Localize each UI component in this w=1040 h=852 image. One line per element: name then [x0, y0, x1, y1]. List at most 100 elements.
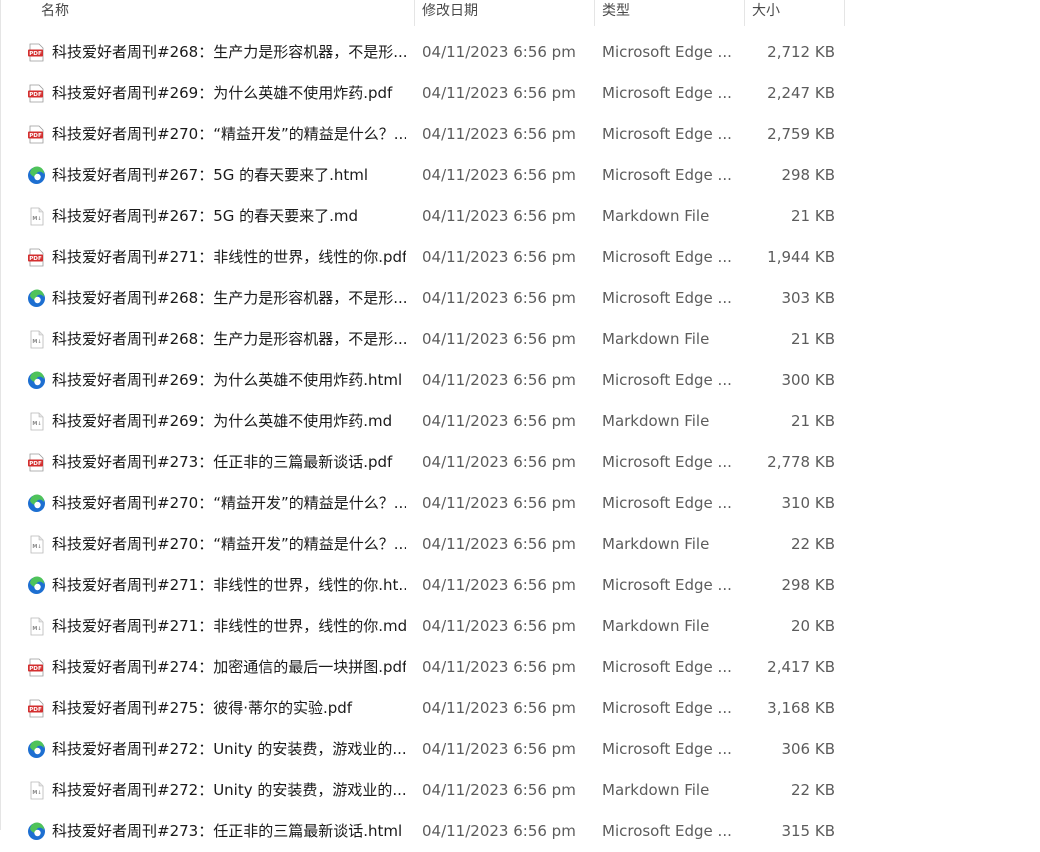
edge-icon [27, 576, 46, 595]
file-row[interactable]: PDF 科技爱好者周刊#274：加密通信的最后一块拼图.pdf 04/11/2023… [0, 647, 860, 688]
column-divider[interactable] [744, 0, 745, 26]
file-row[interactable]: M↓ 科技爱好者周刊#271：非线性的世界，线性的你.md 04/11/2023 6… [0, 606, 860, 647]
file-size: 300 KB [781, 371, 835, 389]
file-date: 04/11/2023 6:56 pm [422, 330, 576, 348]
file-row[interactable]: 科技爱好者周刊#272：Unity 的安装费，游戏业的... 04/11/2023… [0, 729, 860, 770]
pdf-icon: PDF [27, 658, 46, 677]
svg-text:PDF: PDF [29, 92, 42, 98]
file-size: 20 KB [791, 617, 835, 635]
column-header-name[interactable]: 名称 [41, 0, 69, 26]
file-size: 2,417 KB [767, 658, 835, 676]
pdf-icon: PDF [27, 43, 46, 62]
file-date: 04/11/2023 6:56 pm [422, 453, 576, 471]
column-header-type[interactable]: 类型 [602, 0, 630, 26]
file-date: 04/11/2023 6:56 pm [422, 781, 576, 799]
file-date: 04/11/2023 6:56 pm [422, 822, 576, 840]
column-divider[interactable] [594, 0, 595, 26]
file-name: 科技爱好者周刊#273：任正非的三篇最新谈话.html [52, 822, 403, 840]
svg-text:M↓: M↓ [32, 790, 41, 796]
file-row[interactable]: PDF 科技爱好者周刊#271：非线性的世界，线性的你.pdf 04/11/2023… [0, 237, 860, 278]
file-type: Microsoft Edge ... [602, 576, 732, 594]
file-type: Microsoft Edge ... [602, 43, 732, 61]
file-name: 科技爱好者周刊#268：生产力是形容机器，不是形... [52, 330, 406, 348]
file-size: 22 KB [791, 535, 835, 553]
file-row[interactable]: M↓ 科技爱好者周刊#267：5G 的春天要来了.md 04/11/2023 6:5… [0, 196, 860, 237]
file-size: 303 KB [781, 289, 835, 307]
file-date: 04/11/2023 6:56 pm [422, 494, 576, 512]
svg-text:PDF: PDF [29, 51, 42, 57]
svg-text:PDF: PDF [29, 707, 42, 713]
file-row[interactable]: 科技爱好者周刊#269：为什么英雄不使用炸药.html 04/11/2023 6:… [0, 360, 860, 401]
column-divider[interactable] [414, 0, 415, 26]
svg-text:PDF: PDF [29, 256, 42, 262]
file-size: 2,759 KB [767, 125, 835, 143]
pdf-icon: PDF [27, 453, 46, 472]
file-name: 科技爱好者周刊#272：Unity 的安装费，游戏业的... [52, 781, 406, 799]
file-size: 310 KB [781, 494, 835, 512]
file-row[interactable]: M↓ 科技爱好者周刊#269：为什么英雄不使用炸药.md 04/11/2023 6:… [0, 401, 860, 442]
column-divider[interactable] [844, 0, 845, 26]
file-name: 科技爱好者周刊#269：为什么英雄不使用炸药.md [52, 412, 393, 430]
svg-text:PDF: PDF [29, 133, 42, 139]
markdown-icon: M↓ [27, 535, 46, 554]
edge-icon [27, 289, 46, 308]
file-type: Microsoft Edge ... [602, 371, 732, 389]
file-row[interactable]: 科技爱好者周刊#268：生产力是形容机器，不是形... 04/11/2023 6:… [0, 278, 860, 319]
file-type: Microsoft Edge ... [602, 822, 732, 840]
edge-icon [27, 494, 46, 513]
file-row[interactable]: PDF 科技爱好者周刊#269：为什么英雄不使用炸药.pdf 04/11/2023 … [0, 73, 860, 114]
file-date: 04/11/2023 6:56 pm [422, 740, 576, 758]
markdown-icon: M↓ [27, 617, 46, 636]
file-date: 04/11/2023 6:56 pm [422, 248, 576, 266]
file-date: 04/11/2023 6:56 pm [422, 617, 576, 635]
file-type: Markdown File [602, 412, 710, 430]
file-date: 04/11/2023 6:56 pm [422, 371, 576, 389]
file-date: 04/11/2023 6:56 pm [422, 125, 576, 143]
file-row[interactable]: 科技爱好者周刊#267：5G 的春天要来了.html 04/11/2023 6:5… [0, 155, 860, 196]
file-name: 科技爱好者周刊#268：生产力是形容机器，不是形... [52, 289, 406, 307]
file-size: 1,944 KB [767, 248, 835, 266]
file-type: Microsoft Edge ... [602, 248, 732, 266]
svg-text:PDF: PDF [29, 666, 42, 672]
file-type: Markdown File [602, 535, 710, 553]
file-type: Markdown File [602, 617, 710, 635]
file-row[interactable]: PDF 科技爱好者周刊#270：“精益开发”的精益是什么？.... 04/11/20… [0, 114, 860, 155]
file-name: 科技爱好者周刊#273：任正非的三篇最新谈话.pdf [52, 453, 393, 471]
file-row[interactable]: M↓ 科技爱好者周刊#268：生产力是形容机器，不是形... 04/11/2023 … [0, 319, 860, 360]
file-name: 科技爱好者周刊#270：“精益开发”的精益是什么？.... [52, 125, 406, 143]
file-row[interactable]: PDF 科技爱好者周刊#268：生产力是形容机器，不是形... 04/11/2023… [0, 32, 860, 73]
file-type: Microsoft Edge ... [602, 453, 732, 471]
svg-text:M↓: M↓ [32, 216, 41, 222]
file-size: 2,778 KB [767, 453, 835, 471]
file-row[interactable]: PDF 科技爱好者周刊#273：任正非的三篇最新谈话.pdf 04/11/2023 … [0, 442, 860, 483]
file-size: 3,168 KB [767, 699, 835, 717]
column-header-date[interactable]: 修改日期 [422, 0, 478, 26]
file-row[interactable]: 科技爱好者周刊#273：任正非的三篇最新谈话.html 04/11/2023 6:… [0, 811, 860, 852]
svg-text:M↓: M↓ [32, 544, 41, 550]
column-header-bar: 名称 修改日期 类型 大小 [0, 0, 1040, 26]
file-row[interactable]: M↓ 科技爱好者周刊#272：Unity 的安装费，游戏业的... 04/11/20… [0, 770, 860, 811]
file-row[interactable]: PDF 科技爱好者周刊#275：彼得·蒂尔的实验.pdf 04/11/2023 6:… [0, 688, 860, 729]
file-name: 科技爱好者周刊#270：“精益开发”的精益是什么？.... [52, 494, 406, 512]
pdf-icon: PDF [27, 125, 46, 144]
file-size: 21 KB [791, 207, 835, 225]
file-type: Microsoft Edge ... [602, 166, 732, 184]
file-row[interactable]: M↓ 科技爱好者周刊#270：“精益开发”的精益是什么？.... 04/11/202… [0, 524, 860, 565]
file-row[interactable]: 科技爱好者周刊#270：“精益开发”的精益是什么？.... 04/11/2023 … [0, 483, 860, 524]
edge-icon [27, 740, 46, 759]
file-date: 04/11/2023 6:56 pm [422, 699, 576, 717]
file-type: Microsoft Edge ... [602, 289, 732, 307]
file-size: 22 KB [791, 781, 835, 799]
column-header-size[interactable]: 大小 [752, 0, 780, 26]
svg-text:M↓: M↓ [32, 421, 41, 427]
file-name: 科技爱好者周刊#269：为什么英雄不使用炸药.html [52, 371, 403, 389]
markdown-icon: M↓ [27, 207, 46, 226]
file-name: 科技爱好者周刊#275：彼得·蒂尔的实验.pdf [52, 699, 353, 717]
edge-icon [27, 371, 46, 390]
svg-text:PDF: PDF [29, 461, 42, 467]
file-row[interactable]: 科技爱好者周刊#271：非线性的世界，线性的你.ht... 04/11/2023 … [0, 565, 860, 606]
markdown-icon: M↓ [27, 412, 46, 431]
file-type: Markdown File [602, 781, 710, 799]
file-name: 科技爱好者周刊#267：5G 的春天要来了.md [52, 207, 359, 225]
edge-icon [27, 166, 46, 185]
